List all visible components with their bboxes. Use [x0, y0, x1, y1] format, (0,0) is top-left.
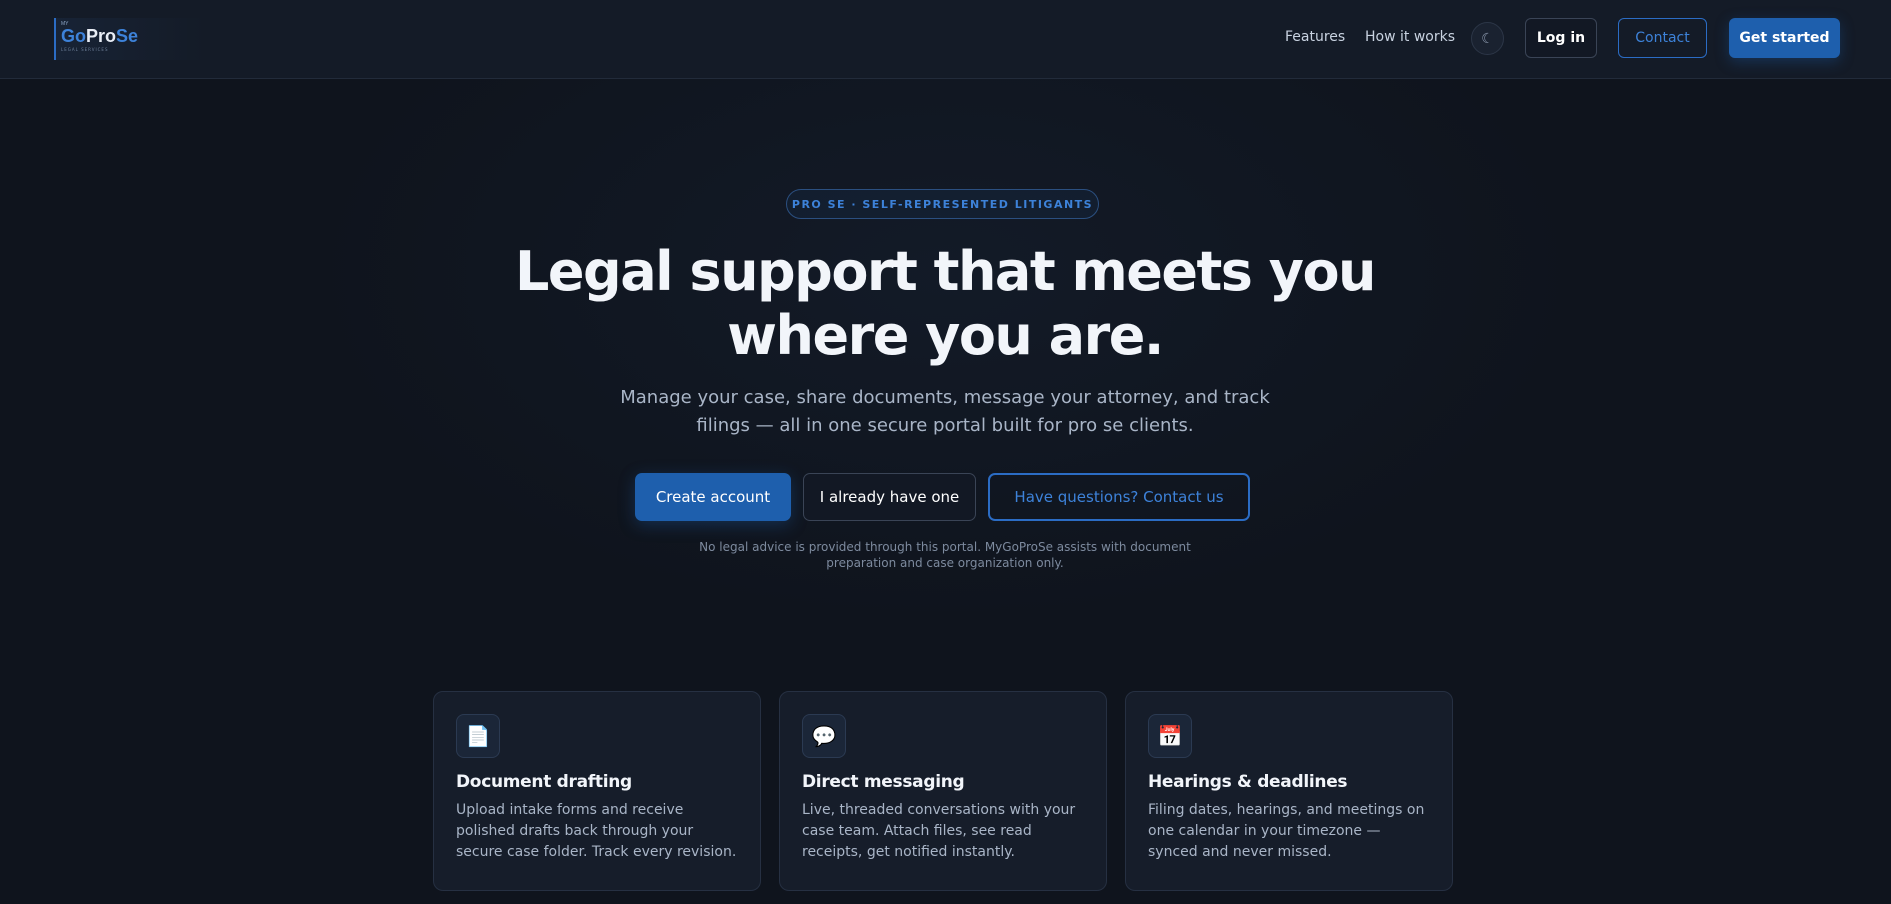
- existing-account-button[interactable]: I already have one: [803, 473, 976, 521]
- nav-how-it-works-link[interactable]: How it works: [1365, 29, 1455, 45]
- feature-title: Document drafting: [456, 772, 632, 792]
- contact-us-button[interactable]: Have questions? Contact us: [988, 473, 1250, 521]
- theme-toggle-moon-icon[interactable]: ☾: [1471, 22, 1504, 55]
- audience-badge: PRO SE · SELF-REPRESENTED LITIGANTS: [786, 189, 1099, 219]
- hero-title-line2: where you are.: [727, 304, 1164, 367]
- feature-card-hearings-deadlines: 📅 Hearings & deadlines Filing dates, hea…: [1125, 691, 1453, 891]
- feature-title: Direct messaging: [802, 772, 965, 792]
- nav-features-link[interactable]: Features: [1285, 29, 1345, 45]
- logo-subtitle: LEGAL SERVICES: [61, 47, 109, 52]
- create-account-button[interactable]: Create account: [635, 473, 791, 521]
- feature-description: Live, threaded conversations with your c…: [802, 802, 1076, 860]
- contact-button[interactable]: Contact: [1618, 18, 1707, 58]
- hero-title: Legal support that meets you where you a…: [445, 240, 1445, 368]
- logo-wordmark: GoProSe: [61, 26, 139, 46]
- legal-disclaimer: No legal advice is provided through this…: [699, 540, 1191, 570]
- hero-title-line1: Legal support that meets you: [515, 240, 1377, 303]
- feature-description: Upload intake forms and receive polished…: [456, 802, 737, 860]
- document-icon: 📄: [456, 714, 500, 758]
- hero-subtitle: Manage your case, share documents, messa…: [620, 387, 1270, 436]
- get-started-button[interactable]: Get started: [1729, 18, 1840, 58]
- site-header: MY GoProSe LEGAL SERVICES Features How i…: [0, 0, 1891, 79]
- feature-title: Hearings & deadlines: [1148, 772, 1348, 792]
- calendar-icon: 📅: [1148, 714, 1192, 758]
- feature-card-direct-messaging: 💬 Direct messaging Live, threaded conver…: [779, 691, 1107, 891]
- logo[interactable]: MY GoProSe LEGAL SERVICES: [54, 18, 204, 60]
- speech-bubble-icon: 💬: [802, 714, 846, 758]
- login-button[interactable]: Log in: [1525, 18, 1597, 58]
- feature-description: Filing dates, hearings, and meetings on …: [1148, 802, 1425, 860]
- feature-card-document-drafting: 📄 Document drafting Upload intake forms …: [433, 691, 761, 891]
